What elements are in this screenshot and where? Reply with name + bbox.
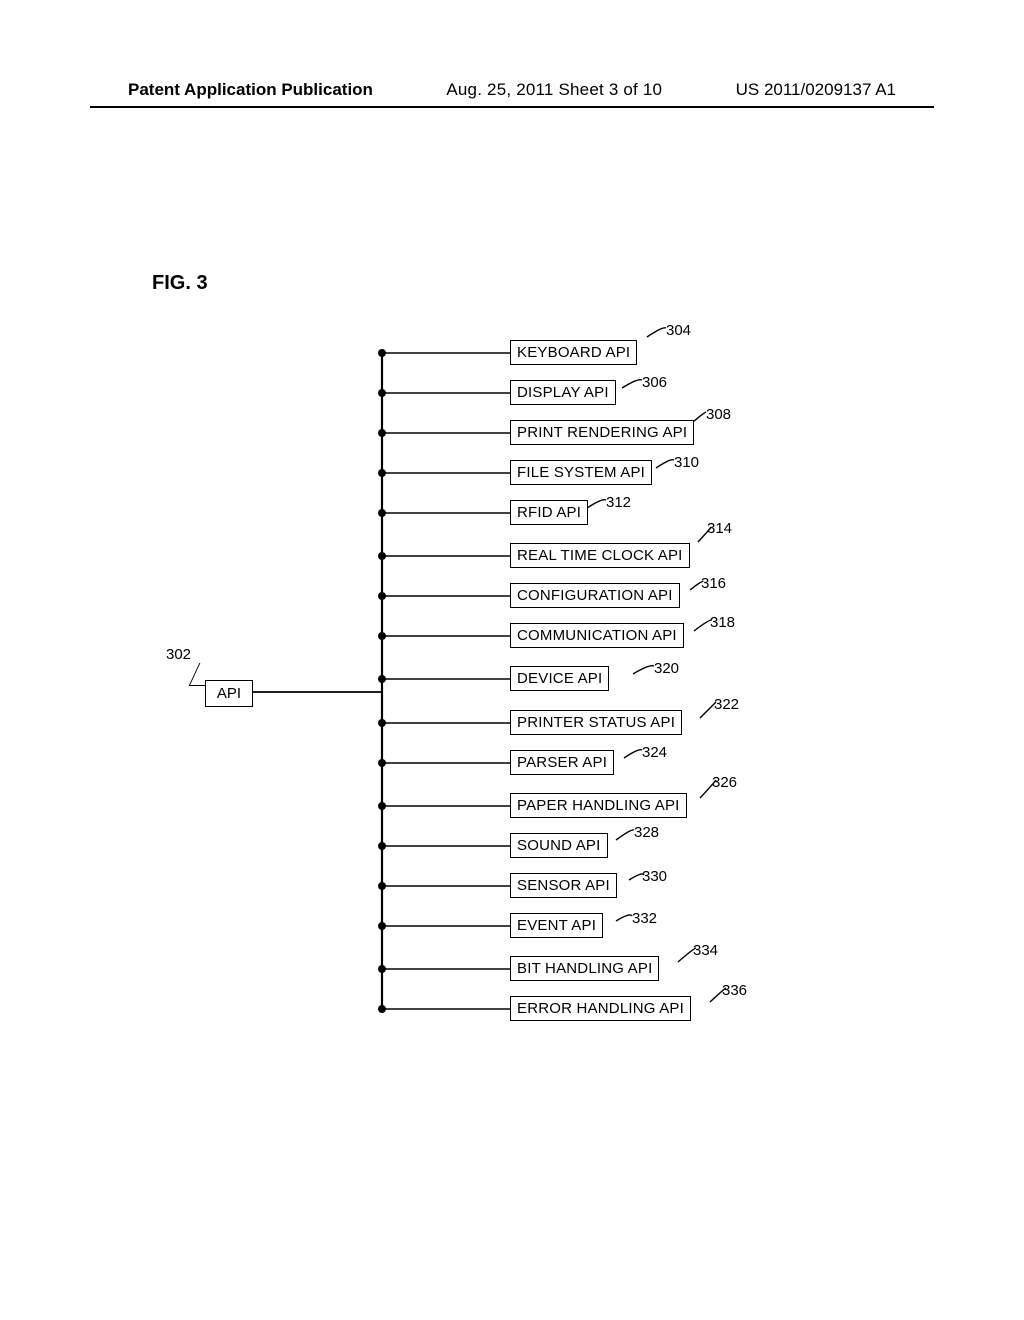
api-box: FILE SYSTEM API — [510, 460, 652, 485]
api-box: PRINTER STATUS API — [510, 710, 682, 735]
ref-number: 308 — [706, 406, 731, 423]
figure-3-diagram: 302 API KEYBOARD API304DISPLAY API306PRI… — [150, 320, 790, 1040]
api-box: REAL TIME CLOCK API — [510, 543, 690, 568]
header-publication: Patent Application Publication — [128, 80, 373, 100]
patent-page: Patent Application Publication Aug. 25, … — [0, 0, 1024, 1320]
api-box: CONFIGURATION API — [510, 583, 680, 608]
api-box: BIT HANDLING API — [510, 956, 659, 981]
api-box: PARSER API — [510, 750, 614, 775]
figure-label: FIG. 3 — [152, 272, 208, 295]
api-box: PRINT RENDERING API — [510, 420, 694, 445]
ref-number: 316 — [701, 575, 726, 592]
api-box: COMMUNICATION API — [510, 623, 684, 648]
page-header: Patent Application Publication Aug. 25, … — [0, 80, 1024, 100]
ref-number: 304 — [666, 322, 691, 339]
ref-number: 326 — [712, 774, 737, 791]
ref-number: 328 — [634, 824, 659, 841]
header-date-sheet: Aug. 25, 2011 Sheet 3 of 10 — [446, 80, 662, 100]
ref-number: 330 — [642, 868, 667, 885]
ref-number: 314 — [707, 520, 732, 537]
api-box: ERROR HANDLING API — [510, 996, 691, 1021]
ref-number: 334 — [693, 942, 718, 959]
api-box: KEYBOARD API — [510, 340, 637, 365]
ref-number: 310 — [674, 454, 699, 471]
api-box: PAPER HANDLING API — [510, 793, 687, 818]
ref-number: 332 — [632, 910, 657, 927]
ref-number: 324 — [642, 744, 667, 761]
ref-number: 312 — [606, 494, 631, 511]
ref-number: 322 — [714, 696, 739, 713]
api-box: SENSOR API — [510, 873, 617, 898]
ref-number: 320 — [654, 660, 679, 677]
api-box: DISPLAY API — [510, 380, 616, 405]
api-box: EVENT API — [510, 913, 603, 938]
header-rule — [90, 106, 934, 108]
ref-number: 336 — [722, 982, 747, 999]
api-box: RFID API — [510, 500, 588, 525]
header-pub-number: US 2011/0209137 A1 — [736, 80, 896, 100]
ref-number: 318 — [710, 614, 735, 631]
ref-number: 306 — [642, 374, 667, 391]
api-box: SOUND API — [510, 833, 608, 858]
api-box: DEVICE API — [510, 666, 609, 691]
